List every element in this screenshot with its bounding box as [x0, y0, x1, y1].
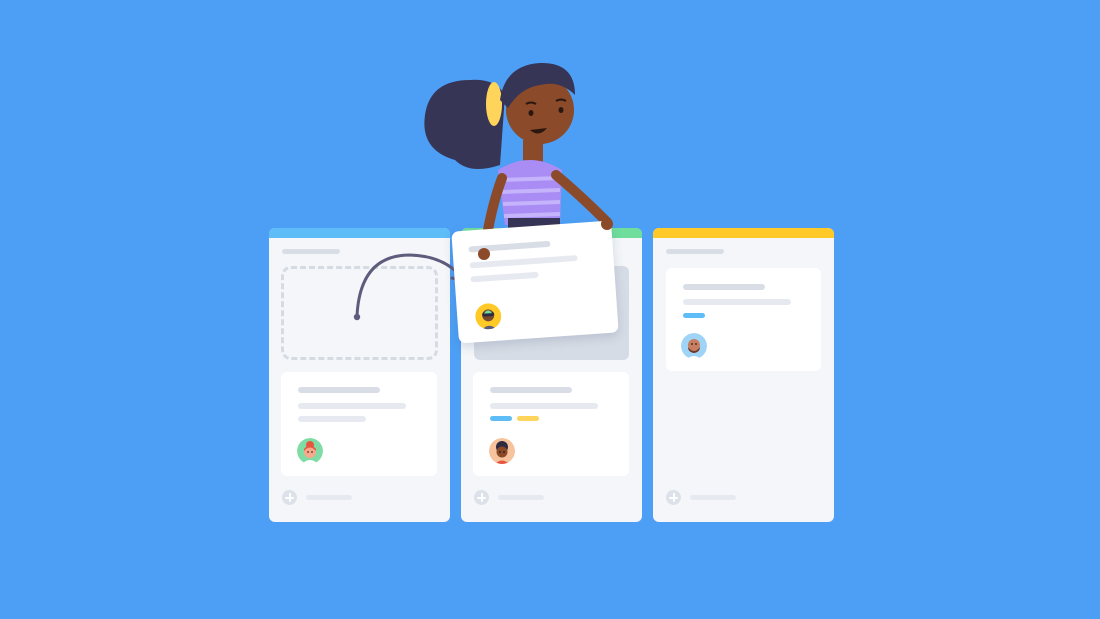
illustration-stage [0, 0, 1100, 619]
hand-icon [478, 248, 490, 260]
hand-icon [601, 218, 613, 230]
hand-overlay [478, 218, 613, 260]
